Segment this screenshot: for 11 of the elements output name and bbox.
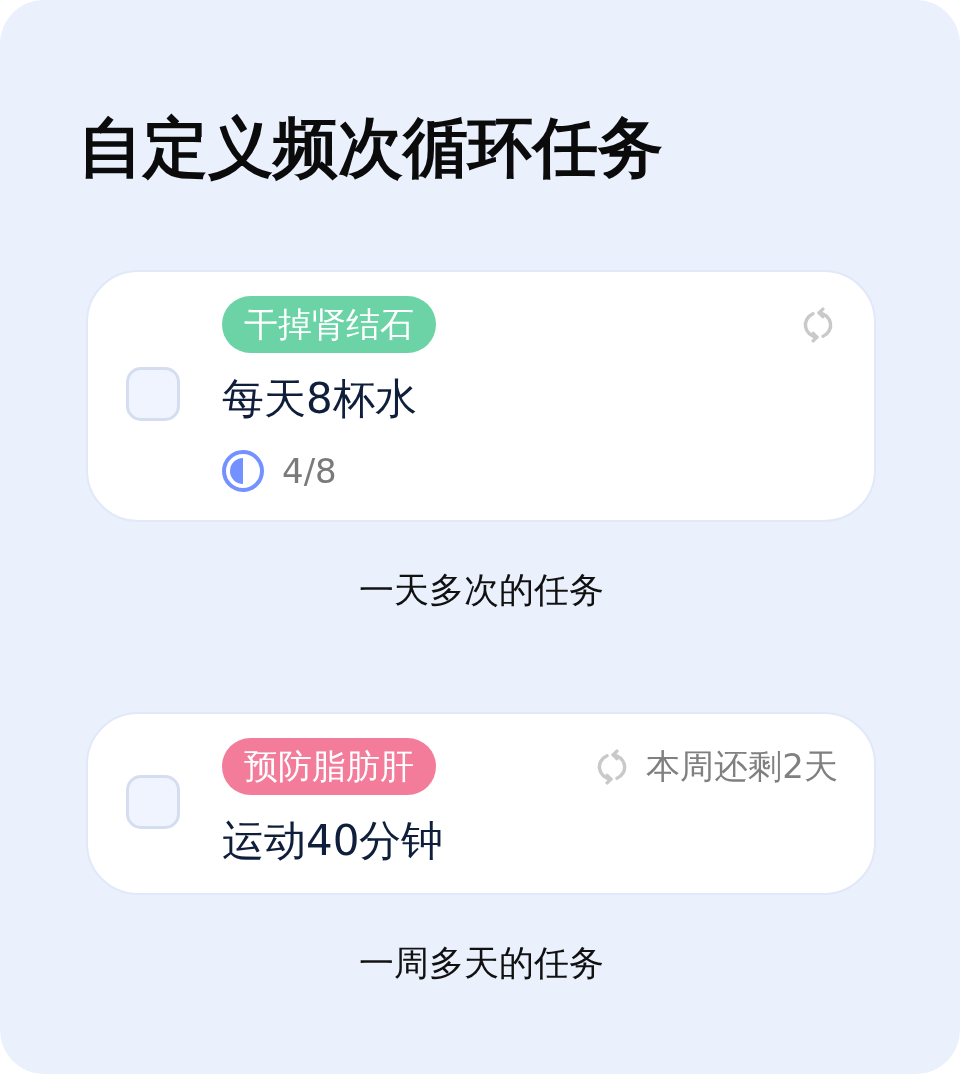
checkbox[interactable]: [126, 774, 180, 829]
task-title: 每天8杯水: [222, 375, 418, 423]
caption-text: 一天多次的任务: [357, 569, 605, 612]
category-tag: 干掉肾结石: [222, 296, 436, 353]
progress-count: 4/8: [282, 450, 337, 492]
remaining-days-text: 本周还剩2天: [646, 744, 838, 788]
category-tag: 预防脂肪肝: [222, 738, 436, 795]
page-title: 自定义频次循环任务: [78, 109, 664, 187]
caption-text: 一周多天的任务: [357, 942, 605, 985]
checkbox[interactable]: [126, 367, 180, 421]
task-title: 运动40分钟: [222, 817, 445, 865]
